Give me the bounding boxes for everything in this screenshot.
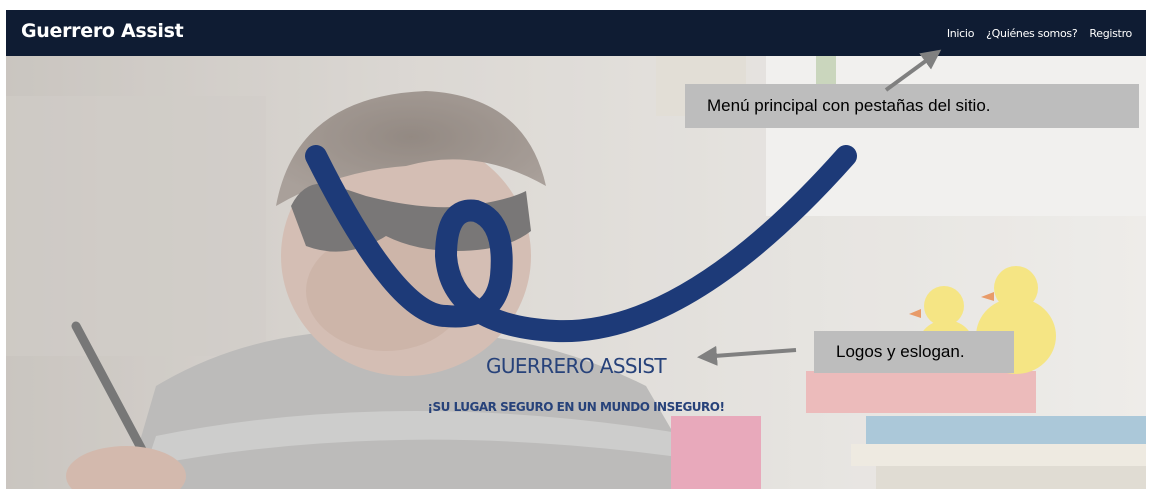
- brand-link[interactable]: Guerrero Assist: [21, 20, 184, 42]
- menu-annotation-callout: Menú principal con pestañas del sitio.: [685, 84, 1139, 128]
- nav-link-quienes-somos[interactable]: ¿Quiénes somos?: [986, 27, 1078, 40]
- logo-annotation-callout: Logos y eslogan.: [814, 331, 1014, 373]
- hero-title: GUERRERO ASSIST: [485, 354, 667, 378]
- nav-link-inicio[interactable]: Inicio: [947, 27, 975, 40]
- main-menu: Inicio ¿Quiénes somos? Registro: [947, 27, 1132, 40]
- hero-section: GUERRERO ASSIST ¡SU LUGAR SEGURO EN UN M…: [6, 56, 1146, 489]
- page-frame: GUERRERO ASSIST ¡SU LUGAR SEGURO EN UN M…: [6, 10, 1146, 489]
- guerrero-assist-logo-icon: [305, 145, 857, 343]
- nav-link-registro[interactable]: Registro: [1089, 27, 1132, 40]
- hero-slogan: ¡SU LUGAR SEGURO EN UN MUNDO INSEGURO!: [427, 400, 725, 414]
- top-navbar: Guerrero Assist Inicio ¿Quiénes somos? R…: [6, 10, 1146, 56]
